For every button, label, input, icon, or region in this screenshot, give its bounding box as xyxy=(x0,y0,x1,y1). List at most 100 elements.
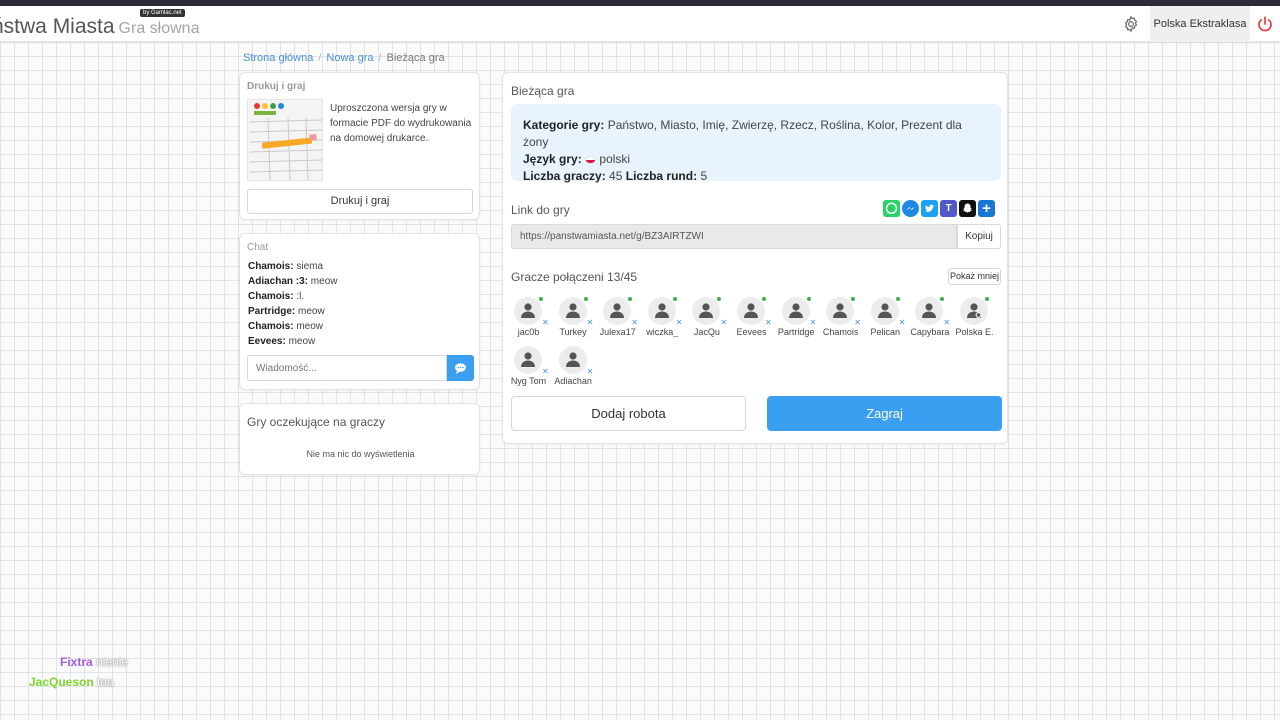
site-logo[interactable]: ństwa Miasta Gra słowna xyxy=(0,15,199,39)
kick-player-icon[interactable]: ✕ xyxy=(765,319,772,327)
kick-player-icon[interactable]: ✕ xyxy=(676,319,683,327)
player-card: ✕ Chamois xyxy=(818,297,863,343)
categories-label: Kategorie gry: xyxy=(523,118,605,132)
chat-message-text: meow xyxy=(298,306,325,317)
online-indicator xyxy=(940,297,945,301)
player-card: ✕ Julexa17 xyxy=(595,297,640,343)
kick-player-icon[interactable]: ✕ xyxy=(631,319,638,327)
player-card: ✕ Turkey xyxy=(551,297,596,343)
kick-player-icon[interactable]: ✕ xyxy=(854,319,861,327)
game-categories: Kategorie gry: Państwo, Miasto, Imię, Zw… xyxy=(523,117,989,151)
avatar xyxy=(558,297,587,325)
add-robot-button[interactable]: Dodaj robota xyxy=(511,396,746,431)
play-button[interactable]: Zagraj xyxy=(767,396,1002,431)
player-card: ✕ Adiachan xyxy=(551,346,596,392)
print-card-title: Drukuj i graj xyxy=(247,81,306,92)
online-indicator xyxy=(851,297,856,301)
chat-message: Adiachan :3: meow xyxy=(248,274,337,289)
copy-link-button[interactable]: Kopiuj xyxy=(957,224,1001,249)
kick-player-icon[interactable]: ✕ xyxy=(542,368,549,376)
player-card: ✕ Pelican xyxy=(863,297,908,343)
player-card: Polska E. xyxy=(952,297,997,343)
player-name: Adiachan xyxy=(554,376,592,386)
chat-send-button[interactable] xyxy=(447,355,474,381)
messenger-icon[interactable] xyxy=(902,200,919,217)
game-counts: Liczba graczy: 45 Liczba rund: 5 xyxy=(523,168,989,185)
chat-message-text: meow xyxy=(310,276,338,287)
gear-icon[interactable] xyxy=(1122,15,1140,33)
player-card: ✕ Partridge xyxy=(774,297,819,343)
player-card: ✕ wiczka_ xyxy=(640,297,685,343)
user-icon xyxy=(654,303,669,318)
twitter-icon[interactable] xyxy=(921,200,938,217)
snapchat-icon[interactable] xyxy=(959,200,976,217)
chat-message: Chamois: :l. xyxy=(248,289,337,304)
kick-player-icon[interactable]: ✕ xyxy=(810,319,817,327)
print-preview-image[interactable] xyxy=(247,99,323,181)
poland-flag-icon xyxy=(585,156,597,164)
logo-title: ństwa Miasta xyxy=(0,15,115,38)
rounds-value: 5 xyxy=(700,169,708,183)
avatar xyxy=(514,297,542,325)
stream-chat-user: JacQueson xyxy=(29,675,94,689)
kick-player-icon[interactable]: ✕ xyxy=(943,319,950,327)
online-indicator xyxy=(717,297,722,301)
stream-chat-text: taa xyxy=(97,675,114,689)
player-card: ✕ JacQu xyxy=(684,297,729,343)
speech-bubble-icon xyxy=(455,363,466,374)
player-card: ✕ jac0b xyxy=(506,297,551,343)
avatar xyxy=(915,297,944,325)
breadcrumb-new-game[interactable]: Nowa gra xyxy=(326,52,373,64)
language-value: polski xyxy=(599,152,631,166)
online-indicator xyxy=(806,297,811,301)
players-count-value: 45 xyxy=(609,169,623,183)
avatar xyxy=(603,297,632,325)
game-language: Język gry: polski xyxy=(523,151,989,168)
player-card: ✕ Eevees xyxy=(729,297,774,343)
chat-message-user: Chamois: xyxy=(248,261,294,272)
chat-message-user: Chamois: xyxy=(248,321,294,332)
user-icon xyxy=(610,303,625,318)
waiting-games-card: Gry oczekujące na graczy Nie ma nic do w… xyxy=(239,403,480,475)
site-header: ństwa Miasta Gra słowna by Gamlac.net Pol… xyxy=(0,6,1280,42)
stream-chat-line: JacQueson taa xyxy=(29,675,114,689)
user-icon xyxy=(833,303,848,318)
user-icon xyxy=(521,303,535,318)
breadcrumb-separator: / xyxy=(378,52,382,64)
connected-players-label: Gracze połączeni 13/45 xyxy=(511,270,638,284)
print-and-play-button[interactable]: Drukuj i graj xyxy=(247,189,473,214)
online-indicator xyxy=(628,297,633,301)
chat-message-user: Chamois: xyxy=(248,291,294,302)
avatar xyxy=(514,346,542,374)
current-game-title: Bieżąca gra xyxy=(511,84,575,98)
avatar xyxy=(870,297,899,325)
power-icon[interactable] xyxy=(1256,15,1274,33)
kick-player-icon[interactable]: ✕ xyxy=(542,319,549,327)
whatsapp-icon[interactable] xyxy=(883,200,900,217)
user-icon xyxy=(565,352,580,367)
show-less-button[interactable]: Pokaż mniej xyxy=(948,268,1001,285)
game-info-box: Kategorie gry: Państwo, Miasto, Imię, Zw… xyxy=(511,104,1001,183)
avatar xyxy=(737,297,765,325)
avatar xyxy=(781,297,810,325)
breadcrumb-home[interactable]: Strona główna xyxy=(243,52,313,64)
kick-player-icon[interactable]: ✕ xyxy=(899,319,906,327)
player-name: Polska E. xyxy=(955,327,994,337)
stream-chat-line: Fixtra nienie xyxy=(60,655,128,669)
online-indicator xyxy=(985,297,989,301)
teams-icon[interactable]: T xyxy=(940,200,957,217)
chat-message-user: Partridge: xyxy=(248,306,296,317)
add-share-icon[interactable]: + xyxy=(978,200,995,217)
rounds-label: Liczba rund: xyxy=(625,169,698,183)
chat-message-user: Adiachan :3: xyxy=(248,276,309,287)
kick-player-icon[interactable]: ✕ xyxy=(587,319,594,327)
chat-message-input[interactable] xyxy=(247,355,447,381)
game-link-field[interactable]: https://panstwamiasta.net/g/BZ3AIRTZWI xyxy=(511,224,957,249)
user-menu-button[interactable]: Polska Ekstraklasa xyxy=(1150,6,1250,42)
chat-messages: Chamois: siema Adiachan :3: meow Chamois… xyxy=(248,259,337,349)
kick-player-icon[interactable]: ✕ xyxy=(720,319,727,327)
user-settings-icon xyxy=(967,303,982,318)
kick-player-icon[interactable]: ✕ xyxy=(587,368,594,376)
user-icon xyxy=(699,303,714,318)
avatar xyxy=(692,297,721,325)
